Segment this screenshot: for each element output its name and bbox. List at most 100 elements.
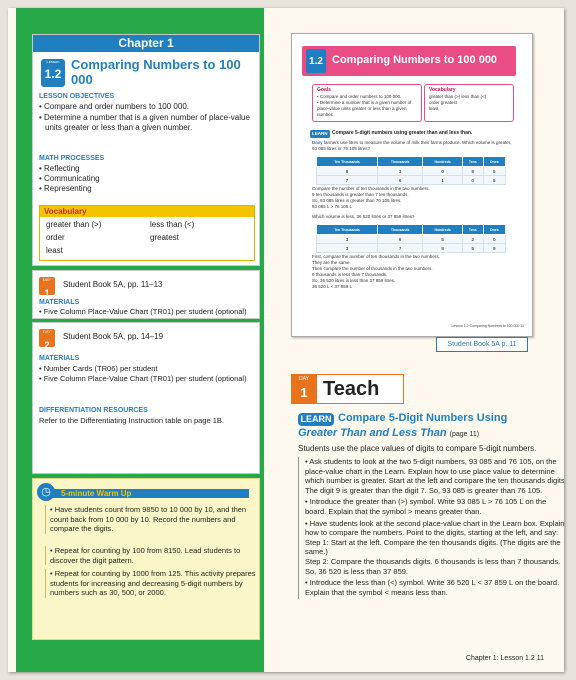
day2-materials-heading: MATERIALS: [39, 355, 80, 362]
table-header: Ones: [482, 156, 507, 167]
lesson-label: Lesson: [46, 59, 60, 64]
day-label: DAY: [299, 376, 309, 382]
lesson-title: Comparing Numbers to 100 000: [71, 57, 241, 87]
lesson-badge: Lesson 1.2: [41, 59, 65, 87]
page-ref: (page 11): [449, 431, 480, 438]
book-para4: First, compare the number of ten thousan…: [312, 254, 440, 289]
table-cell: 8: [462, 166, 484, 176]
book-footer: Lesson 1.2 Comparing Numbers to 100 000 …: [451, 324, 524, 328]
day-number: 2: [44, 340, 50, 350]
table-header: Ones: [482, 224, 507, 235]
book-vocab-text: greater than (>) less than (<) order gre…: [429, 94, 487, 111]
day1-materials-heading: MATERIALS: [39, 299, 80, 306]
table-cell: 7: [377, 243, 424, 253]
table-header: Ten Thousands: [315, 156, 379, 167]
table-cell: 3: [315, 243, 379, 253]
goals-text: • Compare and order numbers to 100 000. …: [317, 94, 412, 117]
vocabulary-heading: Vocabulary: [40, 206, 254, 217]
textbook-page: Chapter 1 Lesson 1.2 Comparing Numbers t…: [8, 8, 564, 672]
student-book-tag: Student Book 5A p. 11: [436, 337, 528, 352]
clock-icon: ◷: [37, 483, 55, 501]
day2-book-ref: Student Book 5A, pp. 14–19: [63, 332, 164, 341]
table-cell: 9: [315, 166, 379, 176]
vocab-word: greatest: [150, 233, 179, 242]
table-cell: 0: [482, 234, 507, 244]
book-para3: Which volume is less, 36 520 litres or 3…: [312, 214, 415, 219]
book-para2: Compare the number of ten thousands in t…: [312, 186, 430, 209]
table-row: 36520: [315, 234, 507, 244]
teach-intro: Students use the place values of digits …: [298, 444, 537, 453]
book-vocab-box: Vocabulary greater than (>) less than (<…: [424, 84, 514, 122]
teach-bullets: • Ask students to look at the two 5-digi…: [298, 457, 564, 600]
warmup-item: • Have students count from 9850 to 10 00…: [45, 505, 256, 534]
process-2: • Communicating: [39, 174, 100, 183]
table-cell: 6: [377, 175, 424, 185]
table-header: Hundreds: [422, 224, 464, 235]
process-1: • Reflecting: [39, 164, 80, 173]
day1-badge: DAY 1: [39, 277, 55, 298]
table-cell: 9: [482, 243, 507, 253]
day2-materials: • Number Cards (TR06) per student • Five…: [39, 364, 247, 383]
vocab-word: greater than (>): [46, 220, 102, 229]
table-cell: 5: [462, 243, 484, 253]
table-row: 37859: [315, 243, 507, 253]
day1-book-ref: Student Book 5A, pp. 11–13: [63, 280, 163, 289]
objectives-heading: LESSON OBJECTIVES: [39, 93, 115, 100]
vocab-word: less than (<): [150, 220, 195, 229]
table-cell: 3: [315, 234, 379, 244]
day-number: 1: [300, 385, 308, 400]
teach-bullet: • Ask students to look at the two 5-digi…: [305, 457, 564, 495]
table-header: Hundreds: [422, 156, 464, 167]
table-cell: 3: [377, 166, 424, 176]
day-label: DAY: [43, 329, 51, 334]
day2-panel: DAY 2 Student Book 5A, pp. 14–19 MATERIA…: [32, 322, 260, 474]
place-value-table-1: Ten Thousands Thousands Hundreds Tens Ones 9 3…: [315, 156, 507, 185]
teach-bullet: • Have students look at the second place…: [305, 518, 564, 576]
day1-panel: DAY 1 Student Book 5A, pp. 11–13 MATERIA…: [32, 270, 260, 319]
day-label: DAY: [43, 277, 51, 282]
warmup-item: • Repeat for counting by 100 from 8150. …: [45, 546, 256, 565]
table-cell: 5: [482, 175, 507, 185]
table-header: Tens: [462, 156, 484, 167]
table-cell: 7: [315, 175, 379, 185]
table-row: 93085: [315, 166, 507, 176]
teach-bullet: • Introduce the greater than (>) symbol.…: [305, 497, 547, 516]
day-number: 1: [44, 288, 50, 298]
book-learn-tag: LEARN: [310, 130, 330, 138]
table-cell: 5: [422, 234, 464, 244]
table-cell: 5: [482, 166, 507, 176]
warmup-item: • Repeat for counting by 1000 from 125. …: [45, 569, 256, 598]
warmup-box: ◷ 5-minute Warm Up • Have students count…: [32, 478, 260, 640]
objective-1: • Compare and order numbers to 100 000.: [39, 102, 189, 111]
learn-heading-2: Greater Than and Less Than (page 11): [298, 427, 479, 439]
diff-heading: DIFFERENTIATION RESOURCES: [39, 407, 148, 414]
learn-heading-italic: Greater Than and Less Than: [298, 427, 447, 439]
vocab-word: order: [46, 233, 65, 242]
learn-heading: Compare 5-Digit Numbers Using: [338, 412, 508, 424]
objective-2: • Determine a number that is a given num…: [39, 113, 250, 132]
book-para1: Dairy farmers use litres to measure the …: [312, 140, 512, 151]
book-vocab-heading: Vocabulary: [429, 87, 456, 93]
table-header: Thousands: [377, 156, 424, 167]
table-cell: 1: [422, 175, 464, 185]
vocabulary-box: Vocabulary greater than (>) less than (<…: [39, 205, 255, 261]
page-footer: Chapter 1: Lesson 1.2 11: [465, 655, 544, 662]
book-lesson-number: 1.2: [306, 49, 326, 73]
table-header: Tens: [462, 224, 484, 235]
book-learn-title: Compare 5-digit numbers using greater th…: [332, 130, 473, 136]
teach-title: Teach: [317, 374, 404, 404]
table-header: Thousands: [377, 224, 424, 235]
lesson-panel: Chapter 1 Lesson 1.2 Comparing Numbers t…: [32, 34, 260, 266]
book-title: Comparing Numbers to 100 000: [332, 54, 498, 66]
goals-heading: Goals: [317, 87, 331, 93]
table-header: Ten Thousands: [315, 224, 379, 235]
book-header: 1.2 Comparing Numbers to 100 000: [302, 46, 516, 76]
lesson-number: 1.2: [44, 67, 62, 81]
teach-bullet: • Introduce the less than (<) symbol. Wr…: [305, 578, 560, 597]
diff-text: Refer to the Differentiating Instruction…: [39, 416, 224, 425]
place-value-table-2: Ten Thousands Thousands Hundreds Tens Ones 3 6…: [315, 224, 507, 253]
learn-badge: LEARN: [298, 413, 334, 426]
teach-day-badge: DAY 1: [291, 374, 317, 404]
table-cell: 8: [422, 243, 464, 253]
table-cell: 0: [422, 166, 464, 176]
